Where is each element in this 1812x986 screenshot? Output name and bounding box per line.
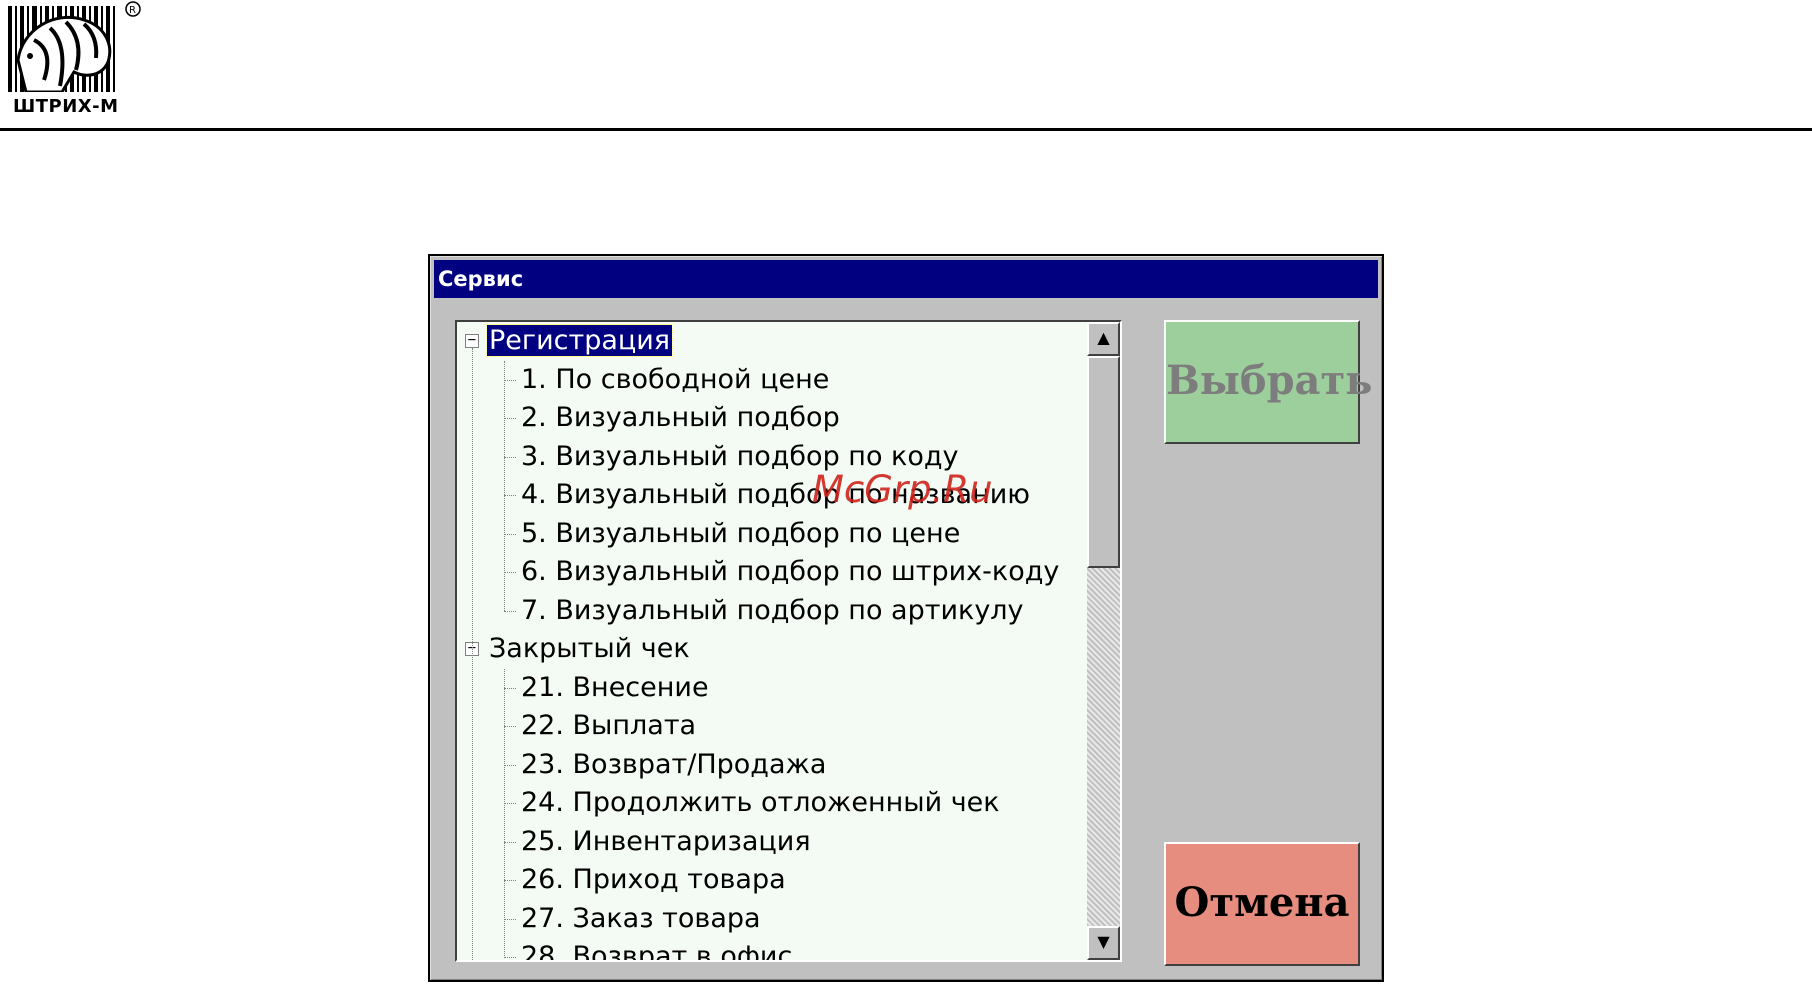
tree-item-label: 21. Внесение: [521, 671, 709, 703]
tree-item[interactable]: 2. Визуальный подбор: [519, 399, 842, 437]
tree-group[interactable]: Регистрация: [485, 322, 674, 360]
tree-connector: [504, 880, 516, 881]
tree-connector: [504, 726, 516, 727]
tree-item[interactable]: 27. Заказ товара: [519, 900, 763, 938]
watermark-text: McGrp.Ru: [812, 468, 993, 511]
svg-text:R: R: [129, 5, 136, 16]
tree-item[interactable]: 22. Выплата: [519, 707, 698, 745]
tree-item-label: 3. Визуальный подбор по коду: [521, 440, 959, 472]
tree-item-label: 2. Визуальный подбор: [521, 402, 840, 433]
scroll-up-icon[interactable]: ▲: [1087, 322, 1120, 356]
tree-content: − Регистрация 1. По свободной цене 2. Визуа…: [457, 322, 1093, 960]
tree-item[interactable]: 5. Визуальный подбор по цене: [519, 515, 962, 553]
tree-connector: [504, 803, 516, 804]
tree-item-label: 23. Возврат/Продажа: [521, 748, 827, 780]
tree-connector: [504, 379, 516, 381]
tree-connector: [504, 495, 516, 496]
tree-item[interactable]: 6. Визуальный подбор по штрих-коду: [519, 553, 1061, 591]
collapse-icon[interactable]: −: [465, 333, 479, 348]
tree-connector: [504, 418, 516, 419]
tree-connector: [504, 957, 516, 958]
select-button[interactable]: Выбрать: [1164, 320, 1372, 444]
tree-item[interactable]: 7. Визуальный подбор по артикулу: [519, 592, 1026, 630]
tree-item[interactable]: 21. Внесение: [519, 669, 711, 707]
scroll-down-icon[interactable]: ▼: [1087, 926, 1120, 960]
tree-item-label: 5. Визуальный подбор по цене: [521, 517, 961, 549]
tree-item-label: 26. Приход товара: [521, 864, 786, 895]
tree-item-label: 1. По свободной цене: [521, 363, 830, 395]
tree-connector: [504, 360, 505, 611]
dialog-title: Сервис: [434, 260, 1378, 298]
tree-item[interactable]: 24. Продолжить отложенный чек: [519, 784, 1002, 822]
tree-connector: [504, 764, 516, 766]
tree-item-label: 27. Заказ товара: [521, 902, 761, 934]
service-dialog: Сервис − Регистрация 1. По свободной цене 2…: [428, 254, 1384, 982]
tree-item-label: 22. Выплата: [521, 710, 697, 741]
tree-item-label: 25. Инвентаризация: [521, 825, 811, 857]
tree-connector: [504, 687, 516, 689]
logo-text: ШТРИХ-М: [13, 96, 119, 117]
tree-item-label: 28. Возврат в офис: [521, 941, 793, 960]
tree-connector: [504, 533, 516, 535]
tree-item[interactable]: 26. Приход товара: [519, 861, 788, 899]
tree-item[interactable]: 25. Инвентаризация: [519, 823, 813, 861]
tree-item-label: 7. Визуальный подбор по артикулу: [521, 594, 1024, 626]
tree-item-label: 6. Визуальный подбор по штрих-коду: [521, 556, 1060, 587]
tree-group-label: Регистрация: [485, 324, 674, 357]
tree-connector: [472, 348, 473, 960]
tree-item[interactable]: 1. По свободной цене: [519, 361, 831, 399]
header-divider: [0, 128, 1812, 131]
tree-item[interactable]: 28. Возврат в офис: [519, 938, 794, 960]
tree-connector: [504, 610, 516, 612]
tree-connector: [504, 456, 516, 458]
tree-connector: [504, 841, 516, 843]
tree-connector: [504, 918, 516, 920]
shtrih-m-logo: R ШТРИХ-М: [4, 0, 144, 118]
tree-connector: [504, 572, 516, 573]
service-tree[interactable]: − Регистрация 1. По свободной цене 2. Визуа…: [455, 320, 1122, 962]
vertical-scrollbar[interactable]: ▲ ▼: [1087, 322, 1120, 960]
tree-item[interactable]: 23. Возврат/Продажа: [519, 746, 828, 784]
scrollbar-thumb[interactable]: [1087, 356, 1120, 568]
tree-connector: [504, 668, 505, 958]
tree-group-label: Закрытый чек: [489, 633, 690, 664]
tree-group[interactable]: Закрытый чек: [487, 630, 692, 668]
cancel-button[interactable]: Отмена: [1164, 842, 1360, 966]
tree-item-label: 24. Продолжить отложенный чек: [521, 787, 1000, 818]
